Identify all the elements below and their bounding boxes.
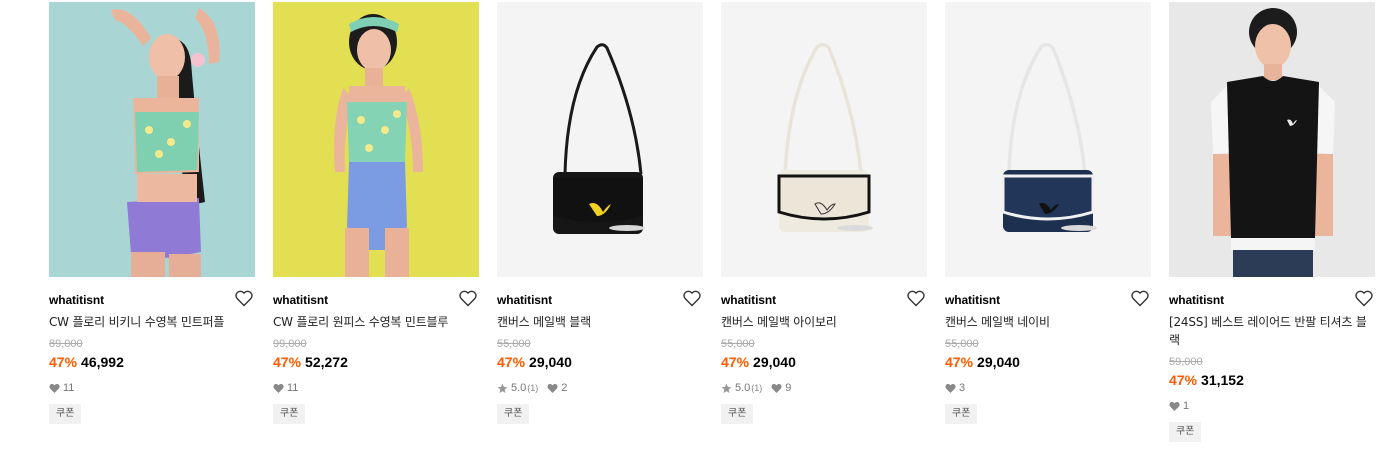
original-price: 99,000 bbox=[273, 338, 307, 350]
rating-group: 5.0 (1) bbox=[497, 382, 538, 395]
product-name[interactable]: 캔버스 메일백 블랙 bbox=[497, 313, 703, 331]
product-name[interactable]: 캔버스 메일백 네이비 bbox=[945, 313, 1151, 331]
star-icon bbox=[497, 383, 508, 393]
coupon-badge: 쿠폰 bbox=[945, 404, 978, 424]
heart-outline-icon[interactable] bbox=[1355, 290, 1373, 307]
sale-price: 31,152 bbox=[1201, 372, 1244, 388]
brand-name[interactable]: whatitisnt bbox=[1169, 293, 1224, 307]
product-name[interactable]: CW 플로리 원피스 수영복 민트블루 bbox=[273, 313, 479, 331]
coupon-badge: 쿠폰 bbox=[1169, 422, 1202, 442]
product-card[interactable]: whatitisnt 캔버스 메일백 네이비 55,000 47% 29,040 … bbox=[945, 2, 1151, 424]
product-stats: 1 bbox=[1169, 400, 1375, 413]
coupon-badge: 쿠폰 bbox=[497, 404, 530, 424]
product-name[interactable]: 캔버스 메일백 아이보리 bbox=[721, 313, 927, 331]
like-count-group: 2 bbox=[547, 382, 567, 395]
rating-group: 5.0 (1) bbox=[721, 382, 762, 395]
product-image[interactable] bbox=[273, 2, 479, 277]
original-price: 89,000 bbox=[49, 338, 83, 350]
like-count-group: 9 bbox=[771, 382, 791, 395]
product-stats: 11 bbox=[49, 382, 255, 395]
star-icon bbox=[721, 383, 732, 393]
price-row: 47% 52,272 bbox=[273, 354, 479, 371]
sale-price: 29,040 bbox=[977, 354, 1020, 370]
heart-filled-icon bbox=[771, 384, 782, 393]
like-count: 11 bbox=[63, 382, 75, 394]
product-stats: 11 bbox=[273, 382, 479, 395]
original-price: 55,000 bbox=[945, 338, 979, 350]
like-count-group: 11 bbox=[49, 382, 74, 395]
like-count-group: 11 bbox=[273, 382, 298, 395]
original-price: 59,000 bbox=[1169, 356, 1203, 368]
product-card[interactable]: whatitisnt CW 플로리 원피스 수영복 민트블루 99,000 47… bbox=[273, 2, 479, 424]
product-stats: 5.0 (1) 2 bbox=[497, 382, 703, 395]
heart-outline-icon[interactable] bbox=[907, 290, 925, 307]
product-image[interactable] bbox=[945, 2, 1151, 277]
brand-name[interactable]: whatitisnt bbox=[945, 293, 1000, 307]
product-grid: whatitisnt CW 플로리 비키니 수영복 민트퍼플 89,000 47… bbox=[49, 2, 1376, 450]
rating-count: (1) bbox=[751, 383, 763, 393]
rating-score: 5.0 bbox=[511, 382, 527, 394]
discount-rate: 47% bbox=[49, 354, 78, 370]
sale-price: 29,040 bbox=[529, 354, 572, 370]
sale-price: 52,272 bbox=[305, 354, 348, 370]
product-image[interactable] bbox=[1169, 2, 1375, 277]
price-row: 47% 29,040 bbox=[945, 354, 1151, 371]
like-count: 9 bbox=[785, 382, 792, 394]
coupon-badge: 쿠폰 bbox=[721, 404, 754, 424]
like-count-group: 3 bbox=[945, 382, 965, 395]
product-name[interactable]: CW 플로리 비키니 수영복 민트퍼플 bbox=[49, 313, 255, 331]
coupon-badge: 쿠폰 bbox=[49, 404, 82, 424]
sale-price: 46,992 bbox=[81, 354, 124, 370]
rating-count: (1) bbox=[527, 383, 539, 393]
product-card[interactable]: whatitisnt [24SS] 베스트 레이어드 반팔 티셔츠 블랙 59,… bbox=[1169, 2, 1375, 442]
brand-name[interactable]: whatitisnt bbox=[49, 293, 104, 307]
brand-name[interactable]: whatitisnt bbox=[721, 293, 776, 307]
original-price: 55,000 bbox=[497, 338, 531, 350]
discount-rate: 47% bbox=[1169, 372, 1198, 388]
heart-filled-icon bbox=[273, 384, 284, 393]
like-count-group: 1 bbox=[1169, 400, 1189, 413]
heart-outline-icon[interactable] bbox=[235, 290, 253, 307]
product-card[interactable]: whatitisnt 캔버스 메일백 아이보리 55,000 47% 29,040… bbox=[721, 2, 927, 424]
price-row: 47% 31,152 bbox=[1169, 372, 1375, 389]
discount-rate: 47% bbox=[273, 354, 302, 370]
product-image[interactable] bbox=[721, 2, 927, 277]
heart-outline-icon[interactable] bbox=[683, 290, 701, 307]
like-count: 3 bbox=[959, 382, 966, 394]
like-count: 2 bbox=[561, 382, 568, 394]
heart-filled-icon bbox=[1169, 402, 1180, 411]
coupon-badge: 쿠폰 bbox=[273, 404, 306, 424]
discount-rate: 47% bbox=[497, 354, 526, 370]
price-row: 47% 46,992 bbox=[49, 354, 255, 371]
original-price: 55,000 bbox=[721, 338, 755, 350]
discount-rate: 47% bbox=[721, 354, 750, 370]
heart-outline-icon[interactable] bbox=[459, 290, 477, 307]
rating-score: 5.0 bbox=[735, 382, 751, 394]
product-name[interactable]: [24SS] 베스트 레이어드 반팔 티셔츠 블랙 bbox=[1169, 313, 1375, 349]
product-image[interactable] bbox=[49, 2, 255, 277]
heart-filled-icon bbox=[547, 384, 558, 393]
product-stats: 5.0 (1) 9 bbox=[721, 382, 927, 395]
price-row: 47% 29,040 bbox=[721, 354, 927, 371]
heart-outline-icon[interactable] bbox=[1131, 290, 1149, 307]
product-card[interactable]: whatitisnt 캔버스 메일백 블랙 55,000 47% 29,040 5… bbox=[497, 2, 703, 424]
price-row: 47% 29,040 bbox=[497, 354, 703, 371]
discount-rate: 47% bbox=[945, 354, 974, 370]
like-count: 1 bbox=[1183, 400, 1190, 412]
brand-name[interactable]: whatitisnt bbox=[497, 293, 552, 307]
product-image[interactable] bbox=[497, 2, 703, 277]
product-card[interactable]: whatitisnt CW 플로리 비키니 수영복 민트퍼플 89,000 47… bbox=[49, 2, 255, 424]
heart-filled-icon bbox=[49, 384, 60, 393]
sale-price: 29,040 bbox=[753, 354, 796, 370]
product-stats: 3 bbox=[945, 382, 1151, 395]
like-count: 11 bbox=[287, 382, 299, 394]
brand-name[interactable]: whatitisnt bbox=[273, 293, 328, 307]
heart-filled-icon bbox=[945, 384, 956, 393]
